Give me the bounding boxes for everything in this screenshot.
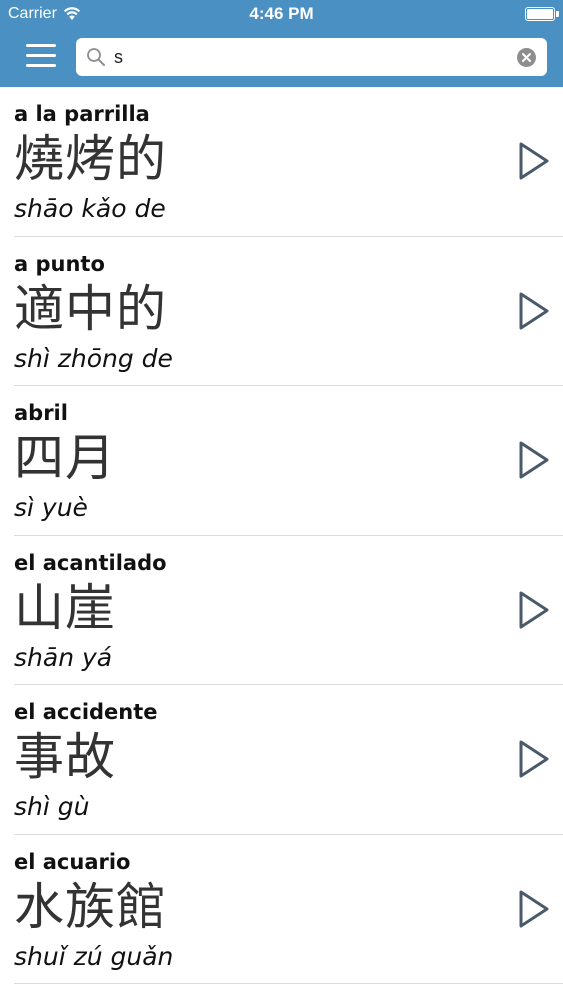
- pinyin: sì yuè: [14, 493, 88, 522]
- list-item[interactable]: el acuario 水族館 shuǐ zú guǎn: [14, 835, 563, 984]
- list-item[interactable]: a punto 適中的 shì zhōng de: [14, 237, 563, 386]
- spanish-word: el accidente: [14, 700, 158, 724]
- search-icon: [87, 48, 105, 66]
- search-bar[interactable]: [76, 38, 547, 76]
- pinyin: shān yá: [14, 642, 113, 672]
- spanish-word: abril: [14, 401, 68, 425]
- clear-icon[interactable]: [517, 48, 536, 67]
- play-icon[interactable]: [517, 589, 551, 631]
- play-icon[interactable]: [517, 140, 551, 182]
- list-item[interactable]: a la parrilla 燒烤的 shāo kǎo de: [14, 87, 563, 237]
- list-item[interactable]: el acantilado 山崖 shān yá: [14, 536, 563, 685]
- chinese-word: 水族館: [14, 877, 167, 936]
- status-time: 4:46 PM: [249, 4, 314, 23]
- play-icon[interactable]: [517, 888, 551, 930]
- play-icon[interactable]: [517, 439, 551, 481]
- pinyin: shuǐ zú guǎn: [14, 941, 174, 971]
- pinyin: shāo kǎo de: [14, 194, 166, 223]
- list-item[interactable]: el accidente 事故 shì gù: [14, 685, 563, 835]
- nav-bar: [0, 30, 563, 87]
- battery-icon: [525, 7, 559, 21]
- play-icon[interactable]: [517, 290, 551, 332]
- chinese-word: 燒烤的: [14, 130, 167, 188]
- spanish-word: el acuario: [14, 849, 131, 874]
- word-list: a la parrilla 燒烤的 shāo kǎo de a punto 適中…: [0, 87, 563, 984]
- chinese-word: 適中的: [14, 279, 167, 338]
- spanish-word: a la parrilla: [14, 102, 150, 126]
- spanish-word: el acantilado: [14, 550, 167, 575]
- chinese-word: 四月: [14, 429, 116, 487]
- pinyin: shì gù: [14, 792, 90, 821]
- chinese-word: 山崖: [14, 578, 116, 637]
- play-icon[interactable]: [517, 738, 551, 780]
- chinese-word: 事故: [14, 728, 116, 786]
- search-input[interactable]: [114, 42, 504, 72]
- list-item[interactable]: abril 四月 sì yuè: [14, 386, 563, 536]
- spanish-word: a punto: [14, 251, 105, 276]
- pinyin: shì zhōng de: [14, 343, 173, 373]
- status-bar: Carrier 4:46 PM: [0, 0, 563, 30]
- battery-fill: [527, 9, 553, 19]
- hamburger-menu-icon[interactable]: [26, 44, 58, 72]
